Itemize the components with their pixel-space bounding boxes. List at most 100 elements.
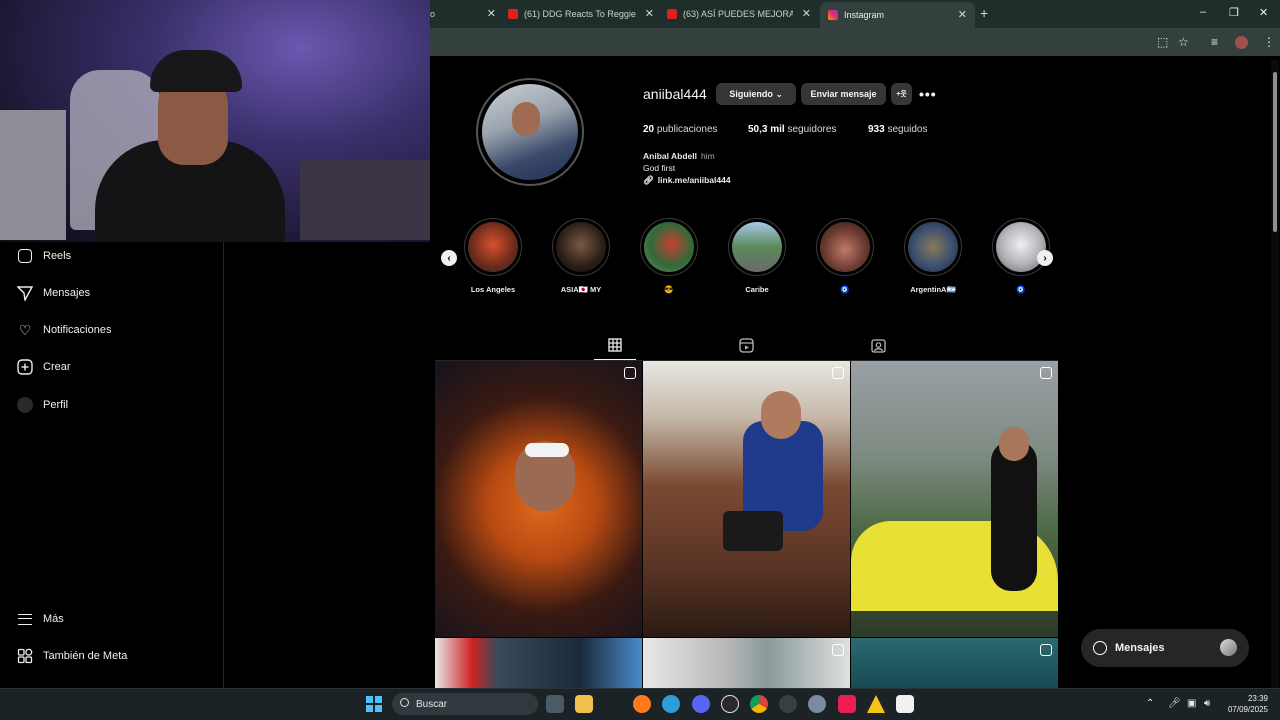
install-app-icon[interactable]: ⬚ [1157, 35, 1168, 49]
profile-link[interactable]: 🔗︎ link.me/aniibal444 [643, 175, 731, 186]
profile-full-name: Anibal Abdell him [643, 151, 715, 161]
tab-tagged-icon[interactable] [869, 337, 887, 353]
following-button[interactable]: Siguiendo ⌄ [716, 83, 796, 105]
bookmark-star-icon[interactable]: ☆ [1178, 35, 1189, 49]
chevron-down-icon: ⌄ [775, 89, 783, 99]
more-options-icon[interactable]: ••• [919, 86, 937, 102]
reels-icon [16, 247, 34, 265]
tab-title: (61) DDG Reacts To Reggie Dra... [524, 9, 636, 19]
discord-icon[interactable] [692, 695, 710, 713]
sidebar-item-label: Perfil [43, 399, 69, 411]
volume-icon[interactable]: 🔊︎ [1204, 698, 1210, 709]
reel-badge-icon [624, 367, 636, 379]
sidebar-item-tambien-de-meta[interactable]: También de Meta [16, 647, 127, 665]
firefox-icon[interactable] [633, 695, 651, 713]
browser-tab[interactable]: (61) DDG Reacts To Reggie Dra... ✕ [508, 4, 658, 24]
post-thumbnail[interactable] [851, 361, 1058, 637]
tab-reels-icon[interactable] [737, 337, 755, 353]
tray-chevron-up-icon[interactable]: ⌃ [1146, 698, 1154, 709]
menu-icon [16, 610, 34, 628]
sidebar-item-reels[interactable]: Reels [16, 247, 71, 265]
tab-title: (63) ASÍ PUEDES MEJORAR TU... [683, 9, 793, 19]
browser-tab[interactable]: o ✕ [430, 4, 500, 24]
tab-title: o [430, 9, 436, 19]
sidebar-item-crear[interactable]: Crear [16, 358, 71, 376]
highlight-item[interactable]: Caribe [727, 218, 787, 294]
profile-stats: 20 publicaciones 50,3 mil seguidores 933… [643, 124, 928, 135]
taskbar-search[interactable]: Buscar [392, 693, 538, 715]
close-tab-icon[interactable]: ✕ [645, 7, 654, 20]
clock-time: 23:39 [1247, 694, 1268, 703]
profile-avatar[interactable] [482, 84, 578, 180]
messenger-icon [1093, 641, 1107, 655]
highlight-item[interactable]: Los Angeles [463, 218, 523, 294]
post-thumbnail[interactable] [643, 361, 850, 637]
restore-icon[interactable]: ❐ [1229, 6, 1239, 19]
search-icon [400, 698, 409, 707]
microphone-icon[interactable]: 🎤︎ [1168, 698, 1181, 709]
youtube-icon [667, 9, 677, 19]
media-control-icon[interactable]: ≡ [1211, 35, 1218, 49]
obs-icon[interactable] [721, 695, 739, 713]
edge-icon[interactable] [662, 695, 680, 713]
profile-avatar-icon[interactable] [1235, 36, 1248, 49]
send-message-button[interactable]: Enviar mensaje [801, 83, 886, 105]
avatar-icon [16, 396, 34, 414]
highlight-item[interactable]: 😎 [639, 218, 699, 294]
task-view-icon[interactable] [546, 695, 564, 713]
screen: o ✕ (61) DDG Reacts To Reggie Dra... ✕ (… [0, 0, 1280, 720]
sidebar-item-label: Más [43, 613, 64, 625]
following-count[interactable]: 933 seguidos [868, 124, 928, 135]
capcut-icon[interactable] [896, 695, 914, 713]
new-tab-button[interactable]: + [980, 5, 988, 21]
search-placeholder: Buscar [416, 698, 448, 710]
post-thumbnail[interactable] [643, 638, 850, 688]
grid-icon [16, 647, 34, 665]
close-tab-icon[interactable]: ✕ [802, 7, 811, 20]
settings-gear-icon[interactable] [808, 695, 826, 713]
close-window-icon[interactable]: ✕ [1259, 6, 1268, 19]
post-thumbnail[interactable] [435, 638, 642, 688]
browser-tab-active[interactable]: Instagram ✕ [820, 2, 975, 28]
add-user-icon[interactable]: +웃 [891, 83, 912, 105]
sidebar-item-label: También de Meta [43, 650, 128, 662]
sidebar-item-notificaciones[interactable]: ♡ Notificaciones [16, 321, 112, 339]
plus-square-icon [16, 358, 34, 376]
carousel-badge-icon [1040, 367, 1052, 379]
minimize-icon[interactable]: ‒ [1200, 6, 1206, 18]
post-thumbnail[interactable] [851, 638, 1058, 688]
close-tab-icon[interactable]: ✕ [958, 8, 967, 21]
highlight-item[interactable]: 🧿 [815, 218, 875, 294]
tiktok-icon[interactable] [838, 695, 856, 713]
tab-title: Instagram [844, 10, 885, 20]
highlight-item[interactable]: ASIA🇯🇵 MY [551, 218, 611, 294]
send-icon [16, 284, 34, 302]
messages-pill[interactable]: Mensajes [1081, 629, 1249, 667]
windows-start-icon[interactable] [366, 696, 382, 712]
profile-bio: God first [643, 163, 676, 173]
highlight-item[interactable]: ArgentinA🇦🇷 [903, 218, 963, 294]
browser-tab[interactable]: (63) ASÍ PUEDES MEJORAR TU... ✕ [667, 4, 815, 24]
sidebar-item-mas[interactable]: Más [16, 610, 64, 628]
page-scrollbar[interactable] [1271, 60, 1279, 688]
post-thumbnail[interactable] [435, 361, 642, 637]
scrollbar-thumb[interactable] [1273, 72, 1277, 232]
kebab-menu-icon[interactable]: ⋮ [1263, 35, 1275, 49]
file-explorer-icon[interactable] [575, 695, 593, 713]
chrome-icon[interactable] [750, 695, 768, 713]
sidebar-item-label: Reels [43, 250, 72, 262]
highlights-next-icon[interactable]: › [1037, 250, 1053, 266]
taskbar-clock[interactable]: 23:39 07/09/2025 [1226, 693, 1268, 715]
app-icon[interactable] [779, 695, 797, 713]
tab-posts-grid-icon[interactable] [606, 337, 624, 353]
highlights-prev-icon[interactable]: ‹ [441, 250, 457, 266]
clock-date: 07/09/2025 [1227, 705, 1268, 714]
sidebar-item-perfil[interactable]: Perfil [16, 396, 68, 414]
followers-count[interactable]: 50,3 mil seguidores [748, 124, 868, 135]
network-icon[interactable]: ▣ [1187, 698, 1196, 709]
sidebar-item-label: Mensajes [43, 287, 91, 299]
messages-pill-label: Mensajes [1115, 642, 1165, 654]
sidebar-item-mensajes[interactable]: Mensajes [16, 284, 90, 302]
posts-count: 20 publicaciones [643, 124, 718, 135]
close-tab-icon[interactable]: ✕ [487, 7, 496, 20]
